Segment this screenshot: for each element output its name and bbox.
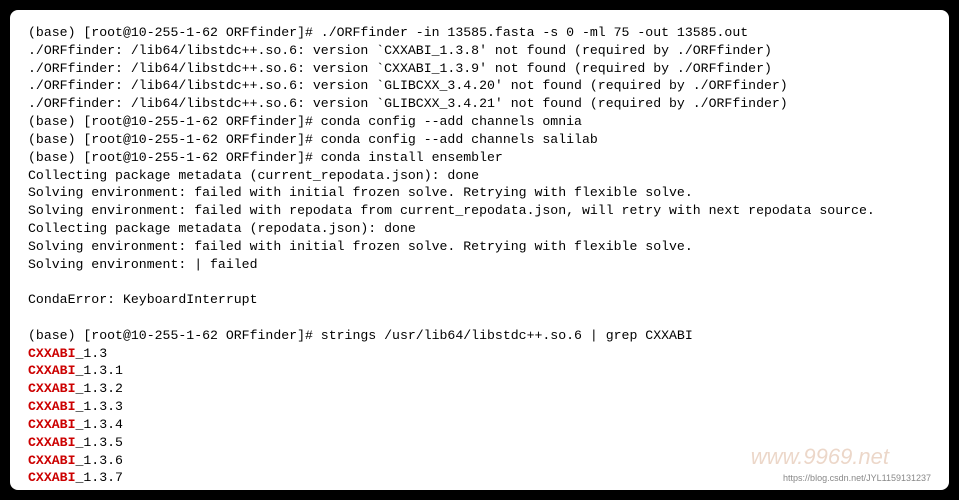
- terminal-line: CXXABI_TM_1: [28, 487, 931, 490]
- terminal-line: ./ORFfinder: /lib64/libstdc++.so.6: vers…: [28, 42, 931, 60]
- terminal-line: ./ORFfinder: /lib64/libstdc++.so.6: vers…: [28, 95, 931, 113]
- grep-match: CXXABI: [28, 363, 75, 378]
- grep-rest: _1.3.1: [75, 363, 122, 378]
- grep-match: CXXABI: [28, 346, 75, 361]
- terminal-line: (base) [root@10-255-1-62 ORFfinder]# str…: [28, 327, 931, 345]
- terminal-line: Collecting package metadata (repodata.js…: [28, 220, 931, 238]
- terminal-line: [28, 309, 931, 327]
- grep-rest: _1.3.7: [75, 470, 122, 485]
- terminal-output: (base) [root@10-255-1-62 ORFfinder]# ./O…: [28, 24, 931, 490]
- grep-rest: _1.3.5: [75, 435, 122, 450]
- terminal-line: CXXABI_1.3.3: [28, 398, 931, 416]
- terminal-line: CXXABI_1.3: [28, 345, 931, 363]
- terminal-line: (base) [root@10-255-1-62 ORFfinder]# con…: [28, 131, 931, 149]
- terminal-line: (base) [root@10-255-1-62 ORFfinder]# con…: [28, 113, 931, 131]
- terminal-line: (base) [root@10-255-1-62 ORFfinder]# con…: [28, 149, 931, 167]
- terminal-line: CXXABI_1.3.4: [28, 416, 931, 434]
- terminal-line: [28, 273, 931, 291]
- terminal-line: Collecting package metadata (current_rep…: [28, 167, 931, 185]
- terminal-line: (base) [root@10-255-1-62 ORFfinder]# ./O…: [28, 24, 931, 42]
- grep-rest: _1.3.4: [75, 417, 122, 432]
- grep-match: CXXABI: [28, 417, 75, 432]
- terminal-window[interactable]: (base) [root@10-255-1-62 ORFfinder]# ./O…: [10, 10, 949, 490]
- terminal-line: Solving environment: failed with initial…: [28, 238, 931, 256]
- terminal-line: CXXABI_1.3.1: [28, 362, 931, 380]
- terminal-line: ./ORFfinder: /lib64/libstdc++.so.6: vers…: [28, 77, 931, 95]
- terminal-line: Solving environment: failed with repodat…: [28, 202, 931, 220]
- grep-rest: _1.3.6: [75, 453, 122, 468]
- grep-match: CXXABI: [28, 435, 75, 450]
- watermark-brand: www.9969.net: [751, 442, 889, 472]
- terminal-line: CXXABI_1.3.2: [28, 380, 931, 398]
- grep-rest: _1.3.3: [75, 399, 122, 414]
- grep-rest: _1.3.2: [75, 381, 122, 396]
- grep-rest: _TM_1: [75, 488, 115, 490]
- watermark-url: https://blog.csdn.net/JYL1159131237: [783, 472, 931, 484]
- grep-rest: _1.3: [75, 346, 107, 361]
- terminal-line: CondaError: KeyboardInterrupt: [28, 291, 931, 309]
- grep-match: CXXABI: [28, 399, 75, 414]
- grep-match: CXXABI: [28, 488, 75, 490]
- grep-match: CXXABI: [28, 470, 75, 485]
- grep-match: CXXABI: [28, 381, 75, 396]
- terminal-line: Solving environment: | failed: [28, 256, 931, 274]
- grep-match: CXXABI: [28, 453, 75, 468]
- terminal-line: Solving environment: failed with initial…: [28, 184, 931, 202]
- terminal-line: ./ORFfinder: /lib64/libstdc++.so.6: vers…: [28, 60, 931, 78]
